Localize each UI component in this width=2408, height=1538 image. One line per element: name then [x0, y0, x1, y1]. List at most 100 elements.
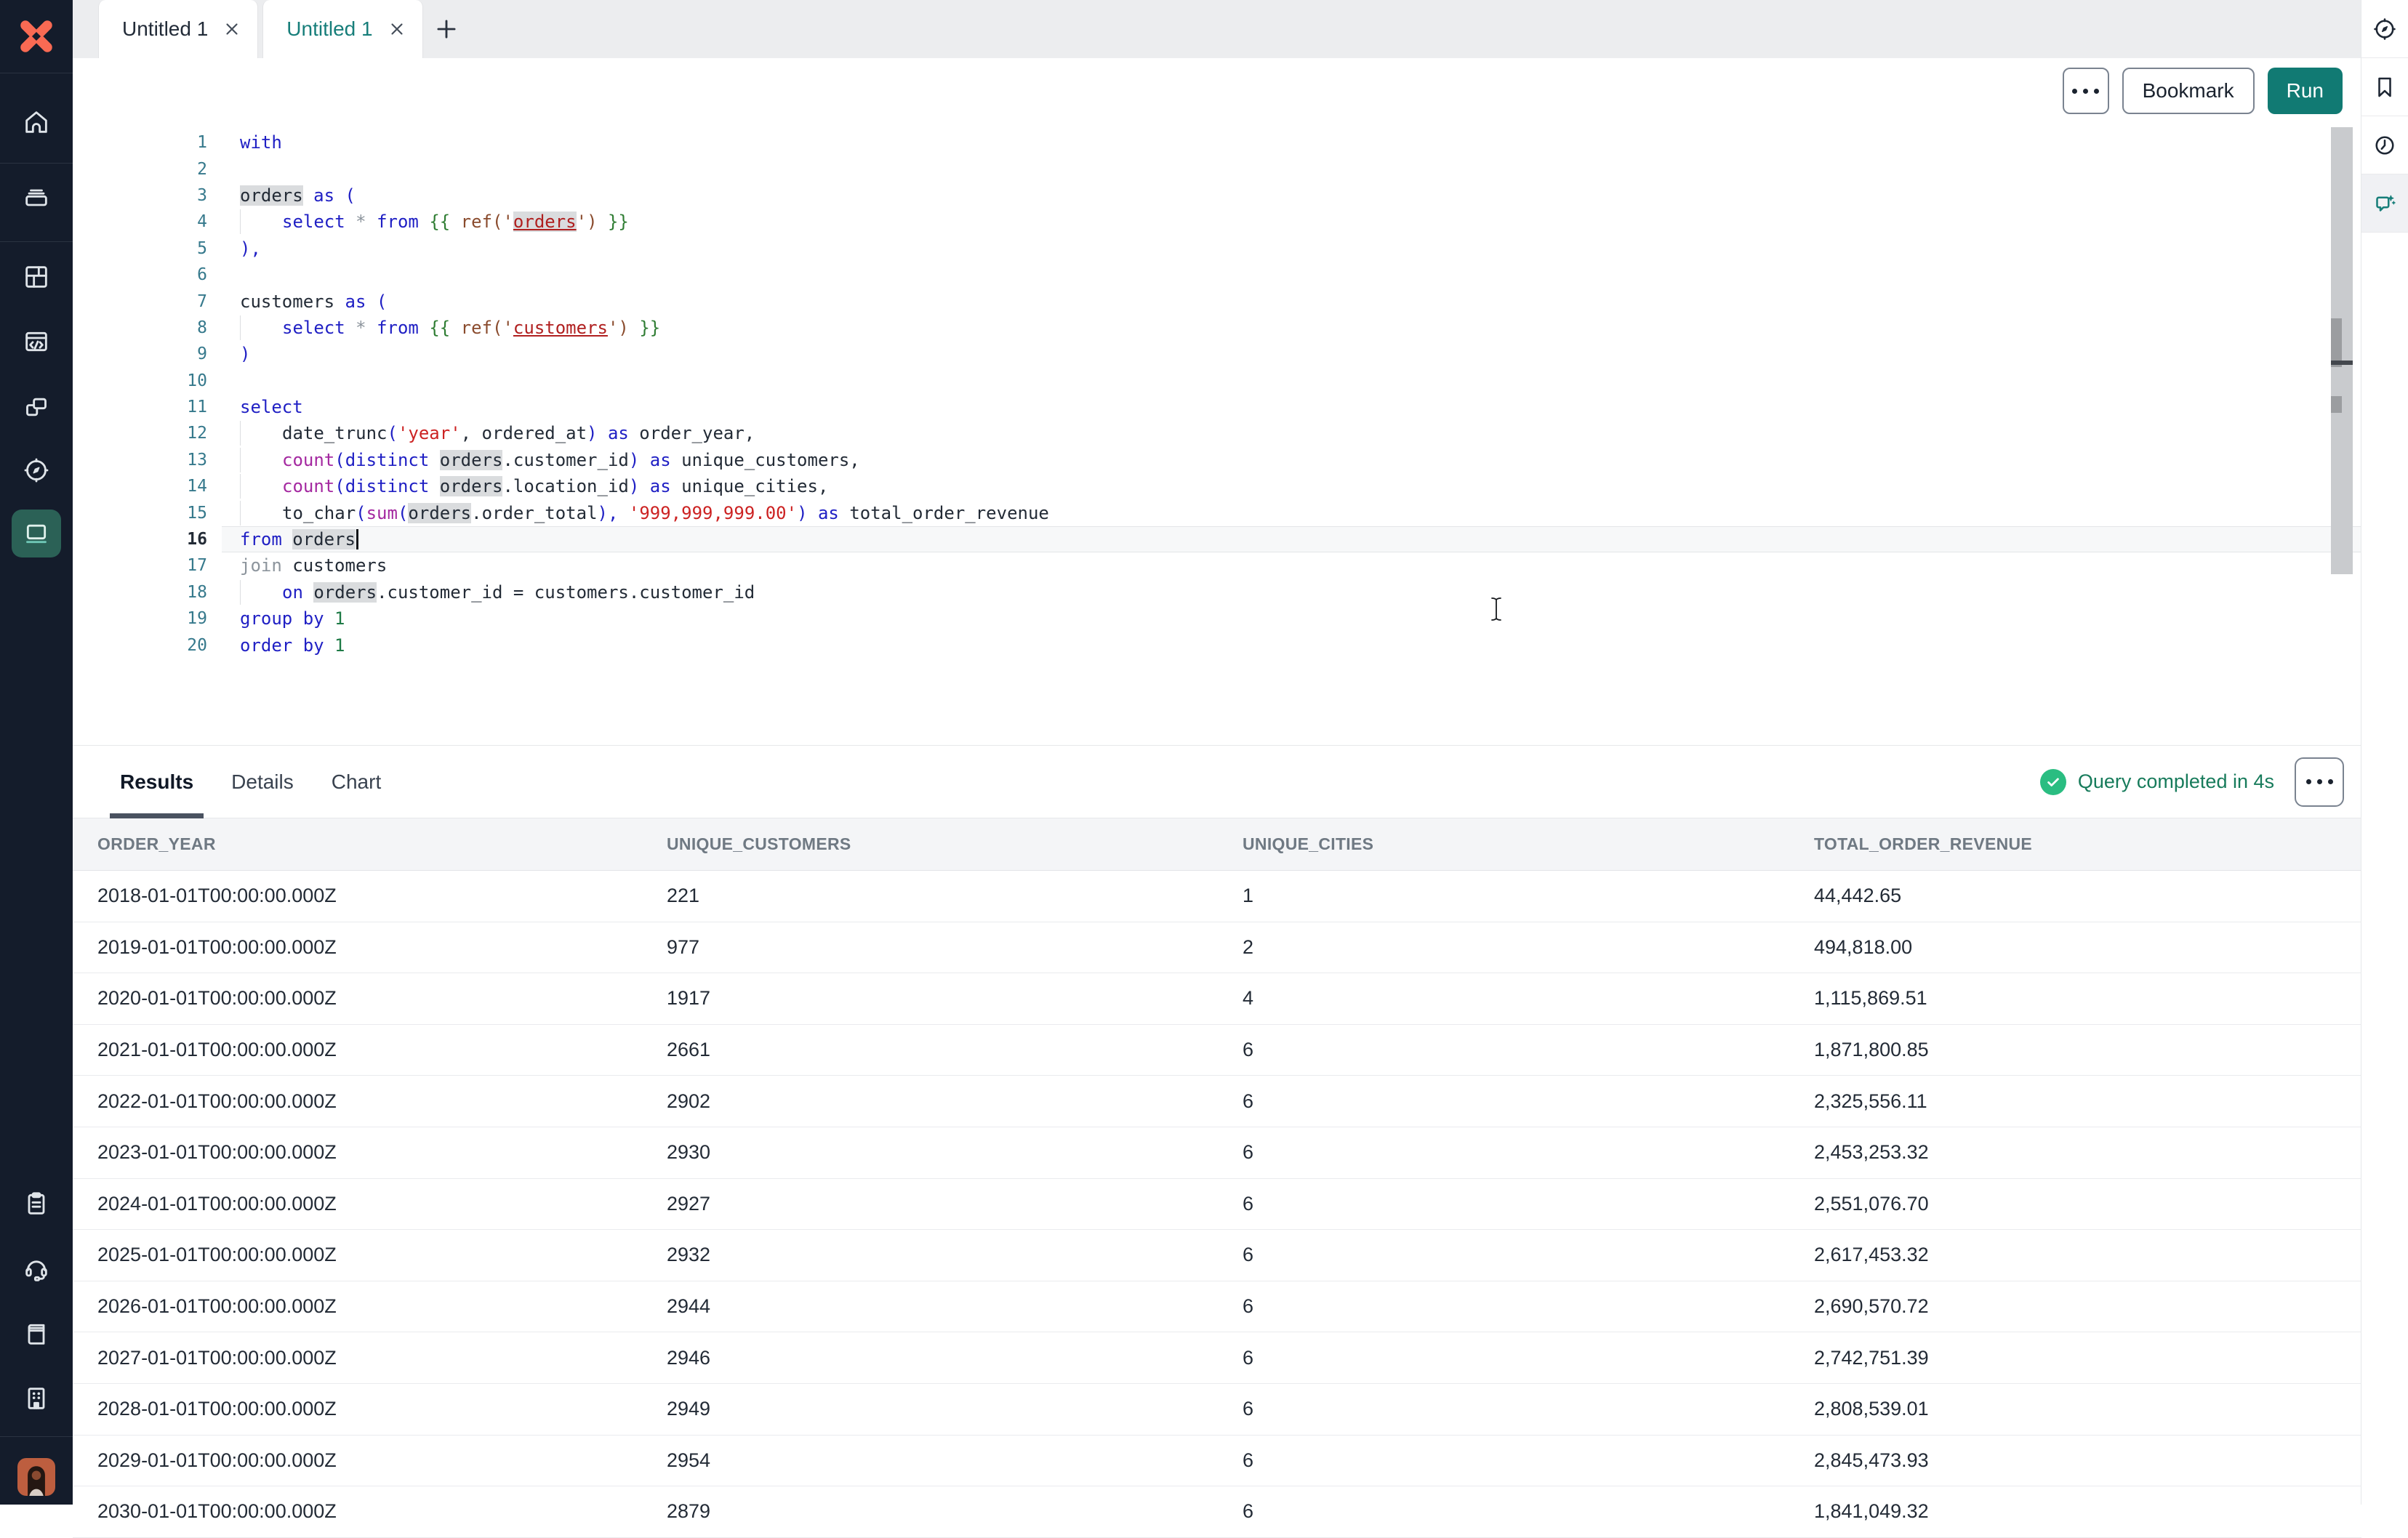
code-line-1: 1with — [73, 129, 2361, 156]
headset-icon[interactable] — [16, 1248, 57, 1289]
line-number: 20 — [73, 632, 207, 658]
table-cell: 2,845,473.93 — [1814, 1449, 2361, 1472]
line-number: 18 — [73, 579, 207, 605]
hex-logo[interactable] — [13, 13, 60, 60]
line-number: 3 — [73, 182, 207, 209]
table-cell: 6 — [1243, 1347, 1814, 1369]
more-options-button[interactable] — [2063, 68, 2109, 114]
table-row[interactable]: 2024-01-01T00:00:00.000Z292762,551,076.7… — [73, 1179, 2361, 1231]
tab-label: Untitled 1 — [286, 17, 372, 41]
table-cell: 2027-01-01T00:00:00.000Z — [97, 1347, 667, 1369]
table-row[interactable]: 2019-01-01T00:00:00.000Z9772494,818.00 — [73, 922, 2361, 974]
divider — [0, 241, 73, 242]
editor-scrollbar[interactable] — [2331, 127, 2353, 574]
code-token: as — [608, 423, 629, 443]
terminal-icon[interactable] — [12, 510, 61, 557]
table-row[interactable]: 2018-01-01T00:00:00.000Z221144,442.65 — [73, 871, 2361, 922]
tab-bar: Untitled 1 Untitled 1 — [73, 0, 2361, 58]
tab-untitled-2[interactable]: Untitled 1 — [262, 0, 422, 58]
code-token: ), — [598, 503, 619, 523]
table-row[interactable]: 2027-01-01T00:00:00.000Z294662,742,751.3… — [73, 1332, 2361, 1384]
code-line-3: 3orders as ( — [73, 182, 2361, 209]
run-button[interactable]: Run — [2268, 68, 2343, 114]
code-line-content — [222, 262, 2361, 288]
table-cell: 977 — [667, 936, 1243, 959]
dashboard-grid-icon[interactable] — [16, 257, 57, 297]
sql-editor[interactable]: 1with23orders as (4select * from {{ ref(… — [73, 124, 2361, 745]
code-token — [324, 608, 334, 629]
code-token — [639, 476, 649, 496]
table-cell: 2030-01-01T00:00:00.000Z — [97, 1500, 667, 1523]
table-header-row: ORDER_YEARUNIQUE_CUSTOMERSUNIQUE_CITIEST… — [73, 818, 2361, 871]
ai-chat-icon[interactable] — [2361, 174, 2408, 233]
code-token: .customer_id = customers.customer_id — [377, 582, 755, 603]
clipboard-icon[interactable] — [16, 1183, 57, 1224]
code-token: join — [240, 555, 282, 576]
tab-untitled-1[interactable]: Untitled 1 — [98, 0, 258, 58]
table-cell: 1,871,800.85 — [1814, 1039, 2361, 1061]
code-line-4: 4select * from {{ ref('orders') }} — [73, 209, 2361, 235]
code-token: 1 — [334, 635, 345, 656]
archive-icon[interactable] — [16, 177, 57, 218]
code-line-content: on orders.customer_id = customers.custom… — [222, 579, 2361, 605]
table-row[interactable]: 2020-01-01T00:00:00.000Z191741,115,869.5… — [73, 973, 2361, 1025]
code-token — [419, 318, 429, 338]
close-icon[interactable] — [388, 20, 406, 39]
code-line-17: 17join customers — [73, 552, 2361, 579]
line-number: 16 — [73, 526, 207, 552]
compass-icon[interactable] — [16, 450, 57, 491]
indent-guide — [240, 448, 282, 472]
table-row[interactable]: 2029-01-01T00:00:00.000Z295462,845,473.9… — [73, 1436, 2361, 1487]
text-cursor — [356, 529, 358, 549]
new-tab-button[interactable] — [423, 0, 470, 58]
table-row[interactable]: 2028-01-01T00:00:00.000Z294962,808,539.0… — [73, 1384, 2361, 1436]
table-row[interactable]: 2022-01-01T00:00:00.000Z290262,325,556.1… — [73, 1076, 2361, 1127]
divider — [0, 1436, 73, 1437]
table-cell: 6 — [1243, 1039, 1814, 1061]
code-token — [598, 423, 608, 443]
tab-details[interactable]: Details — [231, 746, 294, 818]
table-cell: 6 — [1243, 1449, 1814, 1472]
book-icon[interactable] — [16, 1313, 57, 1354]
code-token: * — [356, 318, 366, 338]
column-header: ORDER_YEAR — [97, 834, 667, 854]
plus-icon — [433, 15, 460, 43]
bookmark-button[interactable]: Bookmark — [2122, 68, 2255, 114]
windows-icon[interactable] — [16, 387, 57, 427]
table-cell: 2021-01-01T00:00:00.000Z — [97, 1039, 667, 1061]
bookmark-icon[interactable] — [2361, 58, 2408, 116]
table-cell: 2661 — [667, 1039, 1243, 1061]
results-more-button[interactable] — [2295, 757, 2344, 807]
code-window-icon[interactable] — [16, 321, 57, 362]
table-row[interactable]: 2025-01-01T00:00:00.000Z293262,617,453.3… — [73, 1230, 2361, 1281]
code-token: order_year, — [629, 423, 755, 443]
building-icon[interactable] — [16, 1378, 57, 1419]
code-line-content: select * from {{ ref('customers') }} — [222, 315, 2361, 341]
code-token: ) — [629, 476, 639, 496]
tab-results[interactable]: Results — [120, 746, 193, 818]
code-token: ') — [577, 212, 598, 232]
code-token: as — [818, 503, 839, 523]
table-row[interactable]: 2021-01-01T00:00:00.000Z266161,871,800.8… — [73, 1025, 2361, 1076]
table-cell: 2,551,076.70 — [1814, 1193, 2361, 1215]
table-cell: 1,115,869.51 — [1814, 987, 2361, 1010]
code-token — [303, 185, 313, 206]
code-token — [345, 212, 356, 232]
user-avatar[interactable] — [17, 1458, 55, 1496]
indent-guide — [240, 501, 282, 526]
close-icon[interactable] — [222, 20, 241, 39]
compass-icon[interactable] — [2361, 0, 2408, 58]
history-icon[interactable] — [2361, 116, 2408, 174]
line-number: 4 — [73, 209, 207, 235]
code-token: date_trunc — [282, 423, 388, 443]
code-token: on — [282, 582, 303, 603]
code-token: ) — [587, 423, 597, 443]
table-row[interactable]: 2026-01-01T00:00:00.000Z294462,690,570.7… — [73, 1281, 2361, 1333]
table-row[interactable]: 2023-01-01T00:00:00.000Z293062,453,253.3… — [73, 1127, 2361, 1179]
code-token: from — [377, 212, 419, 232]
code-token: {{ — [429, 318, 450, 338]
home-icon[interactable] — [16, 102, 57, 142]
tab-chart[interactable]: Chart — [332, 746, 381, 818]
line-number: 2 — [73, 156, 207, 182]
table-row[interactable]: 2030-01-01T00:00:00.000Z287961,841,049.3… — [73, 1486, 2361, 1538]
